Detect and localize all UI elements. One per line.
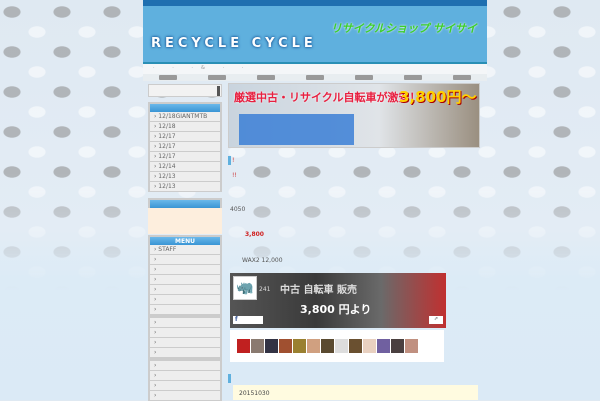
fan-avatar[interactable] bbox=[265, 339, 278, 353]
shop-name: リサイクルショップ サイサイ bbox=[330, 22, 477, 35]
nav-item[interactable]: · bbox=[242, 65, 252, 71]
menu-item[interactable]: › bbox=[148, 328, 222, 338]
tab[interactable] bbox=[404, 75, 423, 80]
menu-item[interactable]: › bbox=[148, 361, 222, 371]
recent-post-link[interactable]: › 12/17 bbox=[148, 132, 222, 142]
archive-date[interactable]: 20151030 bbox=[239, 390, 270, 397]
menu-item[interactable]: › bbox=[148, 265, 222, 275]
tab[interactable] bbox=[158, 75, 177, 80]
nav-item[interactable]: · bbox=[172, 65, 182, 71]
banner-overlay bbox=[239, 114, 354, 145]
recent-post-link[interactable]: › 12/17 bbox=[148, 142, 222, 152]
fan-avatar[interactable] bbox=[335, 339, 348, 353]
menu-item[interactable]: › bbox=[148, 338, 222, 348]
site-header: RECYCLE CYCLE リサイクルショップ サイサイ bbox=[143, 0, 487, 64]
tab[interactable] bbox=[305, 75, 324, 80]
menu-item[interactable]: › bbox=[148, 275, 222, 285]
post-text: WAX2 12,000 bbox=[242, 257, 283, 264]
share-button[interactable]: ⇗ bbox=[429, 316, 443, 324]
widget-body bbox=[148, 208, 222, 234]
search-button[interactable] bbox=[217, 86, 220, 96]
post-text: 4050 bbox=[230, 206, 246, 213]
post-text: !! bbox=[232, 172, 237, 179]
menu-item[interactable]: › bbox=[148, 295, 222, 305]
menu-item[interactable]: › bbox=[148, 255, 222, 265]
menu-item[interactable]: › bbox=[148, 318, 222, 328]
fan-avatar[interactable] bbox=[391, 339, 404, 353]
tab[interactable] bbox=[453, 75, 472, 80]
menu-item[interactable]: › bbox=[148, 305, 222, 315]
nav-item[interactable]: · bbox=[222, 65, 232, 71]
menu-item[interactable]: › bbox=[148, 348, 222, 358]
widget-header bbox=[148, 198, 222, 208]
heading-marker bbox=[228, 374, 231, 383]
menu-item[interactable]: › bbox=[148, 381, 222, 391]
page-avatar[interactable]: 🦏 bbox=[233, 276, 257, 300]
menu-item[interactable]: › bbox=[148, 371, 222, 381]
widget-header bbox=[148, 102, 222, 112]
tab[interactable] bbox=[207, 75, 226, 80]
fan-avatar[interactable] bbox=[321, 339, 334, 353]
recent-post-link[interactable]: › 12/13 bbox=[148, 182, 222, 192]
fan-avatar[interactable] bbox=[307, 339, 320, 353]
recent-posts-widget: › 12/18GIANTMTB › 12/18 › 12/17 › 12/17 › 12… bbox=[148, 102, 222, 192]
banner-price: 3,800円〜 bbox=[399, 88, 477, 106]
like-count: 241 bbox=[259, 286, 271, 293]
recent-post-link[interactable]: › 12/18 bbox=[148, 122, 222, 132]
fan-avatar[interactable] bbox=[349, 339, 362, 353]
post-price: 3,800 bbox=[245, 231, 264, 238]
heading-marker bbox=[228, 156, 231, 165]
recent-post-link[interactable]: › 12/18GIANTMTB bbox=[148, 112, 222, 122]
widget-2 bbox=[148, 198, 222, 234]
fan-avatar[interactable] bbox=[377, 339, 390, 353]
nav-item[interactable]: · bbox=[153, 65, 163, 71]
tab[interactable] bbox=[256, 75, 275, 80]
search-input[interactable] bbox=[148, 84, 222, 97]
global-nav: · · ·& · · bbox=[143, 64, 487, 74]
fan-avatar[interactable] bbox=[293, 339, 306, 353]
site-logo[interactable]: RECYCLE CYCLE bbox=[151, 36, 317, 51]
menu-widget: MENU › STAFF › › › › › › › › › › › › › › bbox=[148, 235, 222, 401]
fan-avatar[interactable] bbox=[363, 339, 376, 353]
cover-price: 3,800 円より bbox=[300, 303, 372, 316]
recent-post-link[interactable]: › 12/13 bbox=[148, 172, 222, 182]
facebook-like-button[interactable]: f bbox=[233, 316, 263, 324]
facebook-page-plugin[interactable]: 🦏 241 中古 自転車 販売 3,800 円より f ⇗ bbox=[230, 273, 446, 328]
banner-text: 厳選中古・リサイクル自転車が激安！ bbox=[234, 91, 421, 104]
nav-item[interactable]: ·& bbox=[191, 65, 213, 71]
recent-post-link[interactable]: › 12/14 bbox=[148, 162, 222, 172]
archive-box: 20151030 bbox=[233, 385, 478, 400]
menu-header: MENU bbox=[148, 235, 222, 245]
recent-post-link[interactable]: › 12/17 bbox=[148, 152, 222, 162]
cover-sign: 中古 自転車 販売 bbox=[280, 285, 357, 296]
promo-banner[interactable]: 厳選中古・リサイクル自転車が激安！ 3,800円〜 bbox=[228, 83, 480, 148]
fan-avatar[interactable] bbox=[405, 339, 418, 353]
tab[interactable] bbox=[355, 75, 374, 80]
fan-avatar[interactable] bbox=[251, 339, 264, 353]
menu-item[interactable]: › bbox=[148, 285, 222, 295]
post-text: ! bbox=[232, 157, 235, 164]
fan-avatar[interactable] bbox=[279, 339, 292, 353]
fan-avatar[interactable] bbox=[237, 339, 250, 353]
tab-bar bbox=[143, 74, 487, 81]
fan-avatars bbox=[230, 330, 444, 362]
